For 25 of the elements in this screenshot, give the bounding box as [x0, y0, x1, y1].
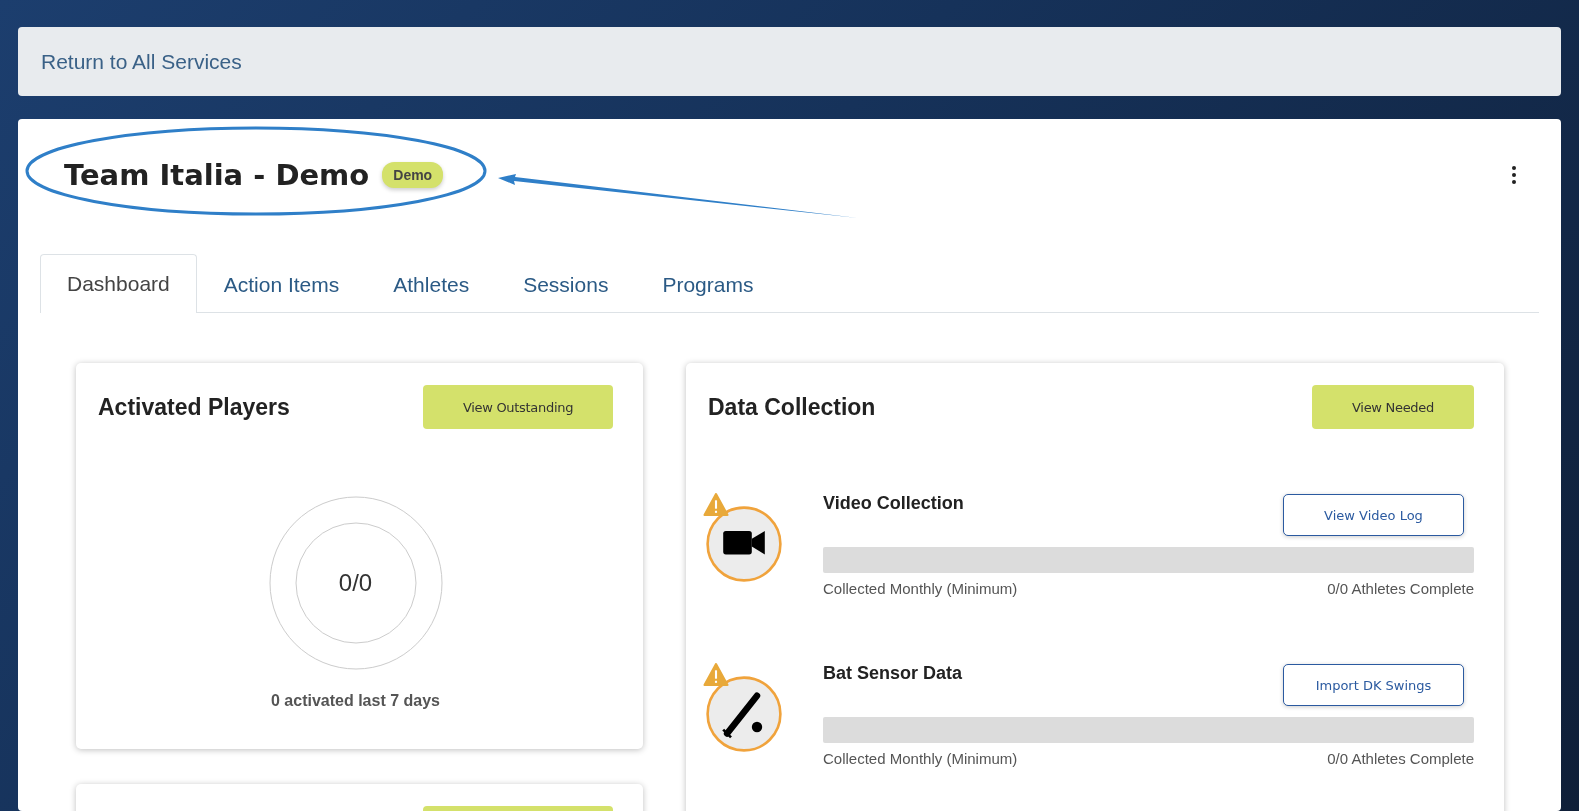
frequency-label: Collected Monthly (Minimum)	[823, 750, 1018, 767]
more-menu-icon[interactable]	[1511, 165, 1517, 185]
card-title: Activated Players	[98, 393, 290, 421]
activated-caption: 0 activated last 7 days	[270, 692, 441, 710]
view-needed-button[interactable]: View Needed	[1312, 385, 1474, 429]
return-link[interactable]: Return to All Services	[41, 49, 242, 74]
tab[interactable]: Athletes	[366, 255, 497, 313]
tab[interactable]: Action Items	[196, 255, 367, 313]
import-swings-button[interactable]: Import DK Swings	[1283, 664, 1464, 706]
demo-badge: Demo	[382, 162, 444, 188]
tab[interactable]: Programs	[635, 255, 781, 313]
view-outstanding-button[interactable]: View Outstanding	[423, 385, 613, 429]
card-title: Data Collection	[708, 393, 876, 421]
view-video-log-button[interactable]: View Video Log	[1283, 494, 1464, 536]
completion-status: 0/0 Athletes Complete	[1327, 580, 1474, 597]
video-camera-icon	[705, 505, 783, 583]
bat-and-ball-icon	[705, 675, 783, 753]
page-title: Team Italia - Demo	[64, 158, 370, 192]
tab[interactable]: Sessions	[496, 255, 636, 313]
activated-count: 0/0	[338, 569, 373, 597]
tab[interactable]: Dashboard	[40, 254, 197, 313]
completion-status: 0/0 Athletes Complete	[1327, 750, 1474, 767]
frequency-label: Collected Monthly (Minimum)	[823, 580, 1018, 597]
item-title: Video Collection	[823, 493, 964, 514]
item-title: Bat Sensor Data	[823, 663, 963, 684]
